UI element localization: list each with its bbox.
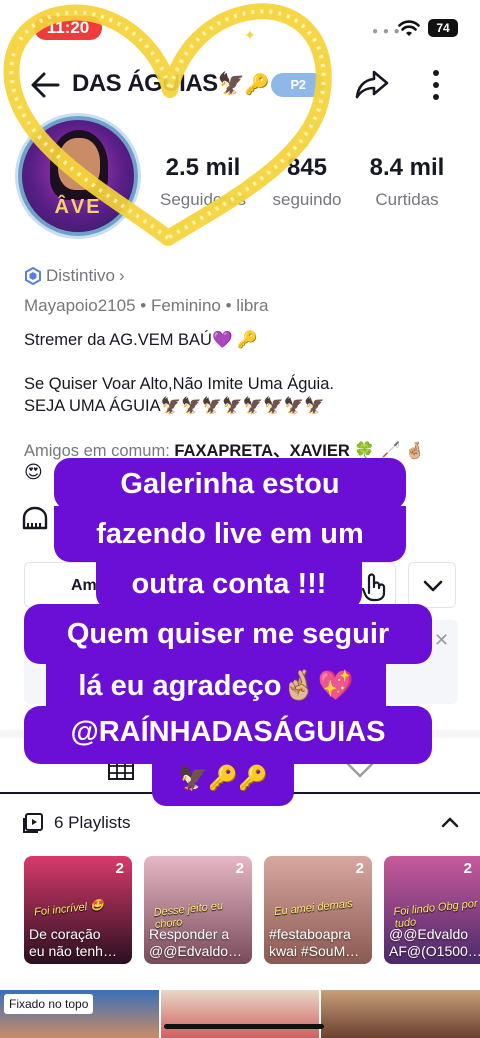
live-house-icon[interactable] [22,506,48,532]
playlist-count: 2 [115,860,124,877]
playlist-count: 2 [235,860,244,877]
mutual-friends-emoji: 😍 [24,462,43,482]
following-label: seguindo [272,190,342,209]
followers-label: Seguidores [159,190,246,209]
battery-icon: 74 [428,19,458,37]
pinned-label: Fixado no topo [4,994,94,1014]
back-arrow-icon[interactable] [28,68,62,102]
playlist-title: De coração eu não tenh… [29,926,117,959]
chevron-down-icon [423,580,443,592]
playlists-title: 6 Playlists [54,813,131,832]
separator-dot: • [140,296,151,315]
stat-followers[interactable]: 2.5 mil Seguidores [148,154,258,210]
share-icon[interactable] [354,66,390,102]
avatar-frame-text: ÂVE [54,196,102,218]
playlist-icon [23,813,43,833]
chevron-right-icon: › [118,266,125,285]
profile-bio: Stremer da AG.VEM BAÚ💜 🔑 Se Quiser Voar … [24,331,334,415]
badge-label: Distintivo [46,266,115,285]
followers-count: 2.5 mil [165,154,241,181]
playlist-card[interactable]: Foi incrível 🤩 2 De coração eu não tenh… [24,856,132,964]
zodiac-sign: libra [236,296,269,315]
playlist-card[interactable]: Desse jeito eu choro 2 Responder a @@Edv… [144,856,252,964]
key-icon: 🔑 [244,74,270,96]
page-title: DAS ÁGUIAS🦅🔑 P2 [72,70,325,98]
expand-suggestions-button[interactable] [408,562,456,608]
banner-line: 🦅🔑🔑 [152,756,294,806]
chevron-up-icon[interactable] [440,814,460,830]
gender: Feminino [150,296,221,315]
profile-name: DAS ÁGUIAS [72,70,218,97]
profile-meta: Mayapoio2105 • Feminino • libra [24,296,268,316]
close-icon[interactable]: ✕ [434,630,449,651]
playlists-header[interactable]: 6 Playlists [22,812,131,834]
signal-dots-icon: ● ● ● [372,26,401,37]
likes-label: Curtidas [375,190,439,209]
stat-following[interactable]: 845 seguindo [252,154,362,210]
following-count: 845 [286,154,328,181]
likes-count: 8.4 mil [369,154,445,181]
playlist-title: @@Edvaldo AF@(O1500… [389,926,480,959]
eagle-icon: 🦅 [217,71,245,96]
more-options-icon[interactable] [426,68,446,102]
banner-line: Quem quiser me seguir [24,604,432,664]
status-bar: 11:20 ● ● ● 74 [0,0,480,56]
playlist-count: 2 [463,860,472,877]
playlist-card[interactable]: Eu amei demais 2 #festaboapra kwai #SouM… [264,856,372,964]
banner-line: Galerinha estou [54,458,406,510]
playlist-card[interactable]: Foi lindo Obg por tudo 2 @@Edvaldo AF@(O… [384,856,480,964]
wifi-icon [398,20,420,36]
home-indicator[interactable] [164,1024,324,1029]
avatar[interactable]: ÂVE [18,116,138,236]
status-time: 11:20 [34,16,102,40]
separator-dot: • [225,296,237,315]
level-badge: P2 [271,72,325,97]
playlist-title: #festaboapra kwai #SouM… [269,926,360,959]
banner-line: lá eu agradeço🤞🏼💖 [46,660,386,712]
video-thumbnail[interactable] [160,990,320,1038]
video-thumbnail[interactable] [321,990,480,1038]
banner-line: fazendo live em um [54,506,406,562]
badge-hexagon-icon [25,267,41,285]
playlist-caption: Eu amei demais [273,897,354,919]
badge-link[interactable]: Distintivo › [24,266,125,286]
banner-line: outra conta !!! [96,558,362,610]
playlist-title: Responder a @@Edvaldo… [149,926,243,959]
svg-text:✦: ✦ [300,139,310,153]
stat-likes[interactable]: 8.4 mil Curtidas [352,154,462,210]
playlist-caption: Foi incrível 🤩 [33,899,105,919]
username: Mayapoio2105 [24,296,136,315]
avatar-face [58,138,100,190]
playlist-count: 2 [355,860,364,877]
